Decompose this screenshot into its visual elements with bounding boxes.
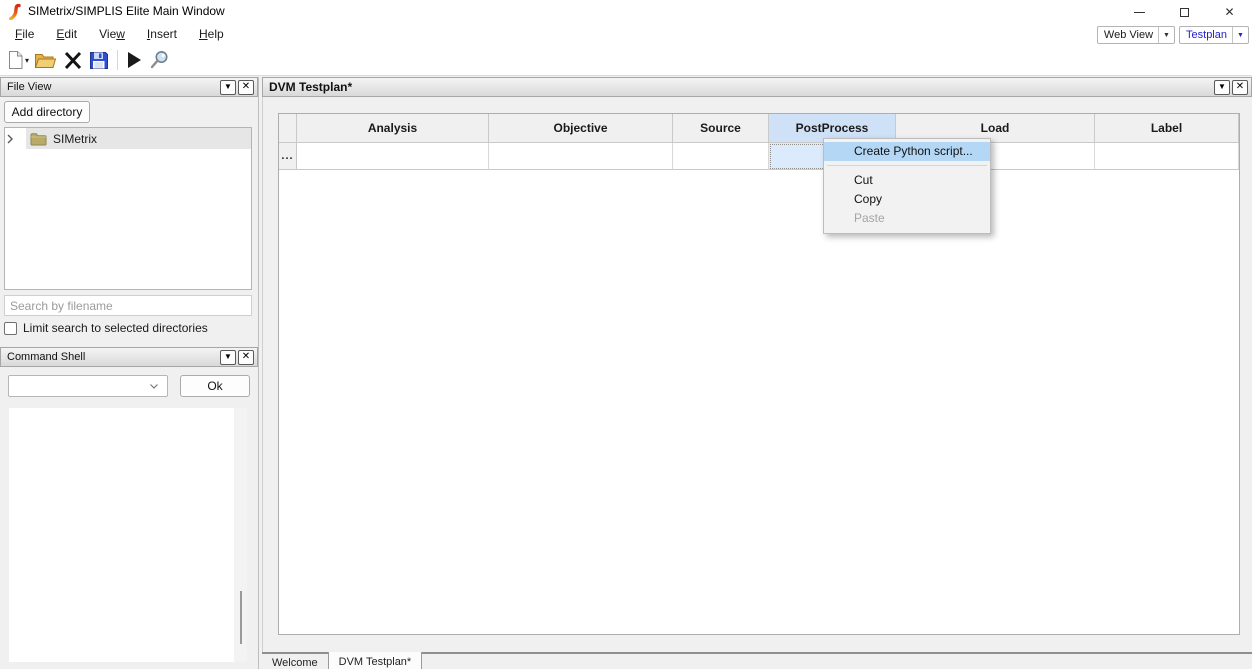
maximize-icon[interactable] [1162,0,1207,24]
context-menu: Create Python script... Cut Copy Paste [823,138,991,234]
menu-bar-right: Web View ▼ Testplan ▼ [1097,26,1249,44]
menu-separator [827,165,987,166]
ok-button[interactable]: Ok [180,375,250,397]
cell-label[interactable] [1095,143,1239,170]
cell-source[interactable] [673,143,769,170]
chevron-down-icon[interactable] [149,383,167,390]
column-header-objective[interactable]: Objective [489,114,673,143]
menu-help[interactable]: Help [188,24,235,45]
document-tab-bar: Welcome DVM Testplan* [262,652,1252,669]
testplan-grid: Analysis Objective Source PostProcess Lo… [278,113,1240,635]
menu-view[interactable]: View [88,24,136,45]
menu-item-cut[interactable]: Cut [824,171,990,190]
testplan-title: DVM Testplan* [269,80,1212,94]
file-view-title: File View [7,81,218,93]
menu-edit[interactable]: Edit [45,24,88,45]
limit-search-checkbox[interactable] [4,322,17,335]
window-title: SIMetrix/SIMPLIS Elite Main Window [28,4,225,18]
menu-insert[interactable]: Insert [136,24,188,45]
web-view-dropdown[interactable]: Web View ▼ [1097,26,1175,44]
grid-header-row: Analysis Objective Source PostProcess Lo… [279,114,1239,143]
find-magnifier-icon [149,50,170,70]
row-header-cell[interactable]: ... [279,143,297,170]
file-view-header: File View ▼ ✕ [0,77,258,97]
menu-items: File Edit View Insert Help [4,24,235,45]
toolbar-separator [117,50,118,70]
testplan-collapse-icon[interactable]: ▼ [1214,80,1230,95]
save-icon [89,51,109,70]
open-folder-button[interactable] [31,47,60,73]
new-document-icon [7,50,24,70]
command-shell-output [9,408,247,662]
chevron-down-icon: ▼ [1233,32,1248,39]
cell-analysis[interactable] [297,143,489,170]
command-shell-title: Command Shell [7,351,218,363]
menu-item-copy[interactable]: Copy [824,190,990,209]
dock-splitter[interactable] [258,77,259,669]
menu-item-create-python-script[interactable]: Create Python script... [824,142,990,161]
tab-dvm-testplan[interactable]: DVM Testplan* [328,652,423,669]
title-bar: SIMetrix/SIMPLIS Elite Main Window ✕ [0,0,1252,24]
testplan-header: DVM Testplan* ▼ ✕ [262,77,1252,97]
tree-expand-chevron-icon[interactable] [5,133,26,145]
menu-bar: File Edit View Insert Help Web View ▼ Te… [0,24,1252,45]
testplan-dropdown[interactable]: Testplan ▼ [1179,26,1249,44]
command-input-combobox[interactable] [8,375,168,397]
limit-search-row: Limit search to selected directories [4,320,256,336]
delete-x-icon [63,51,83,70]
find-button[interactable] [146,47,173,73]
minimize-icon[interactable] [1117,0,1162,24]
column-header-label[interactable]: Label [1095,114,1239,143]
grid-corner-cell[interactable] [279,114,297,143]
run-play-icon [126,51,143,69]
add-directory-button[interactable]: Add directory [4,101,90,123]
command-shell-close-icon[interactable]: ✕ [238,350,254,365]
command-shell-header: Command Shell ▼ ✕ [0,347,258,367]
file-view-collapse-icon[interactable]: ▼ [220,80,236,95]
folder-icon [30,132,47,146]
limit-search-label: Limit search to selected directories [23,321,208,335]
testplan-close-icon[interactable]: ✕ [1232,80,1248,95]
column-header-source[interactable]: Source [673,114,769,143]
menu-file[interactable]: File [4,24,45,45]
column-header-analysis[interactable]: Analysis [297,114,489,143]
open-folder-icon [34,51,57,70]
file-tree: SIMetrix [4,127,252,290]
shell-scrollbar[interactable] [234,408,247,662]
save-button[interactable] [86,47,112,73]
new-document-button[interactable] [4,47,27,73]
tree-item-label: SIMetrix [53,132,97,146]
close-icon[interactable]: ✕ [1207,0,1252,24]
command-shell-collapse-icon[interactable]: ▼ [220,350,236,365]
run-button[interactable] [123,47,146,73]
shell-scrollbar-thumb[interactable] [240,591,242,644]
menu-item-paste: Paste [824,209,990,228]
tab-welcome[interactable]: Welcome [262,654,328,669]
cell-objective[interactable] [489,143,673,170]
main-window: SIMetrix/SIMPLIS Elite Main Window ✕ Fil… [0,0,1252,669]
tree-item-simetrix[interactable]: SIMetrix [5,128,251,149]
search-input[interactable] [4,295,252,316]
file-view-close-icon[interactable]: ✕ [238,80,254,95]
app-logo-icon [8,4,22,20]
toolbar: ▾ [0,45,1252,76]
chevron-down-icon: ▼ [1159,32,1174,39]
window-controls: ✕ [1117,0,1252,24]
delete-button[interactable] [60,47,86,73]
table-row: ... [279,143,1239,170]
